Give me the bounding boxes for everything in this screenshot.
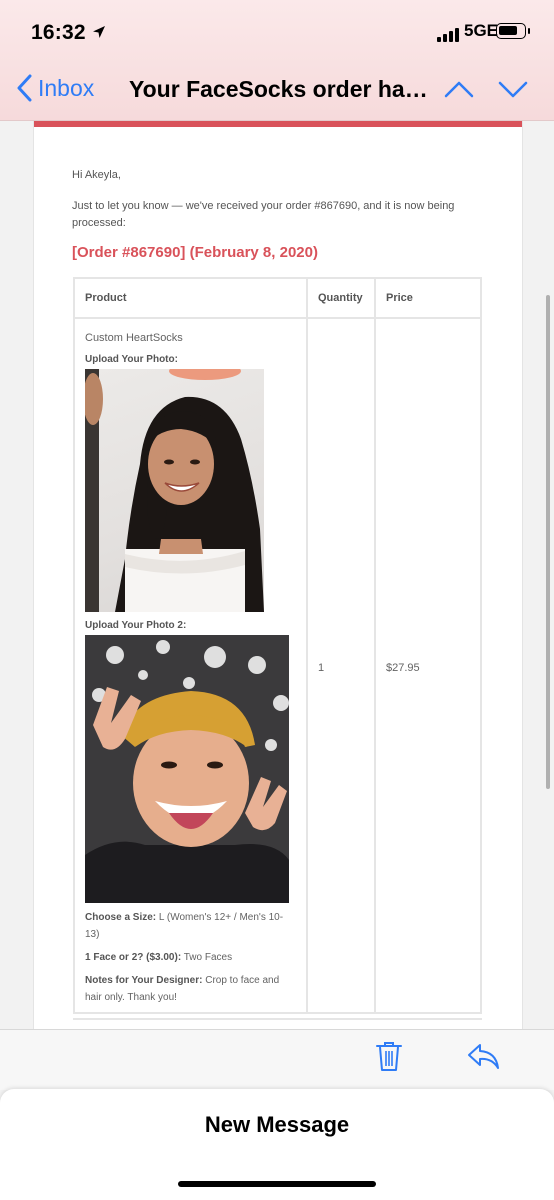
trash-button[interactable]: [375, 1040, 403, 1077]
photo1-label: Upload Your Photo:: [85, 354, 178, 365]
trash-icon: [376, 1042, 402, 1071]
next-message-button[interactable]: [496, 78, 530, 100]
portrait-photo-image: [85, 369, 264, 612]
back-label: Inbox: [38, 74, 95, 101]
table-header-row: Product Quantity Price: [73, 277, 482, 319]
signal-bars-icon: [437, 24, 459, 42]
greeting: Hi Akeyla,: [72, 169, 121, 181]
header-accent-bar: [34, 121, 522, 127]
email-body[interactable]: Hi Akeyla, Just to let you know — we've …: [0, 121, 554, 1029]
battery-icon: [496, 23, 526, 39]
reply-button[interactable]: [466, 1042, 500, 1075]
chevron-down-icon: [498, 81, 528, 98]
location-arrow-icon: [93, 26, 105, 38]
notes-line: Notes for Your Designer: Crop to face an…: [85, 972, 296, 1012]
faces-line: 1 Face or 2? ($3.00): Two Faces: [85, 949, 296, 966]
next-table-row-edge: [73, 1018, 482, 1029]
uploaded-photo-1[interactable]: [85, 369, 264, 612]
email-card: Hi Akeyla, Just to let you know — we've …: [33, 121, 523, 1029]
bottom-toolbar: [0, 1029, 554, 1090]
order-items-table: Product Quantity Price Custom HeartSocks…: [73, 277, 482, 1014]
order-title[interactable]: [Order #867690] (February 8, 2020): [72, 244, 318, 261]
chevron-left-icon: [17, 74, 32, 102]
back-to-inbox-button[interactable]: Inbox: [16, 74, 94, 102]
uploaded-photo-2[interactable]: [85, 635, 289, 903]
faces-label: 1 Face or 2? ($3.00):: [85, 952, 182, 963]
home-indicator[interactable]: [178, 1181, 376, 1187]
table-row: Custom HeartSocks Upload Your Photo: Upl…: [73, 317, 482, 1014]
product-name: Custom HeartSocks: [85, 332, 183, 344]
selfie-photo-image: [85, 635, 289, 903]
battery-cap: [528, 28, 530, 34]
size-line: Choose a Size: L (Women's 12+ / Men's 10…: [85, 909, 296, 943]
faces-value: Two Faces: [181, 952, 233, 963]
quantity-cell: 1: [306, 317, 376, 1014]
top-header: 16:32 5GE Inbox Your FaceSocks order has…: [0, 0, 554, 121]
network-type: 5GE: [464, 21, 499, 40]
status-time: 16:32: [31, 21, 86, 44]
size-label: Choose a Size:: [85, 912, 157, 923]
reply-icon: [468, 1044, 499, 1069]
product-cell: Custom HeartSocks Upload Your Photo: Upl…: [73, 317, 308, 1014]
intro-text: Just to let you know — we've received yo…: [72, 200, 455, 229]
new-message-sheet[interactable]: New Message: [0, 1089, 554, 1200]
header-quantity: Quantity: [306, 277, 376, 319]
chevron-up-icon: [444, 81, 474, 98]
photo2-label: Upload Your Photo 2:: [85, 620, 187, 631]
item-meta: Choose a Size: L (Women's 12+ / Men's 10…: [85, 909, 296, 1012]
new-message-title[interactable]: New Message: [0, 1112, 554, 1138]
price-cell: $27.95: [374, 317, 482, 1014]
scrollbar[interactable]: [546, 295, 550, 789]
header-price: Price: [374, 277, 482, 319]
previous-message-button[interactable]: [442, 78, 476, 100]
notes-label: Notes for Your Designer:: [85, 975, 203, 986]
header-product: Product: [73, 277, 308, 319]
email-subject: Your FaceSocks order has been received!: [129, 76, 429, 102]
